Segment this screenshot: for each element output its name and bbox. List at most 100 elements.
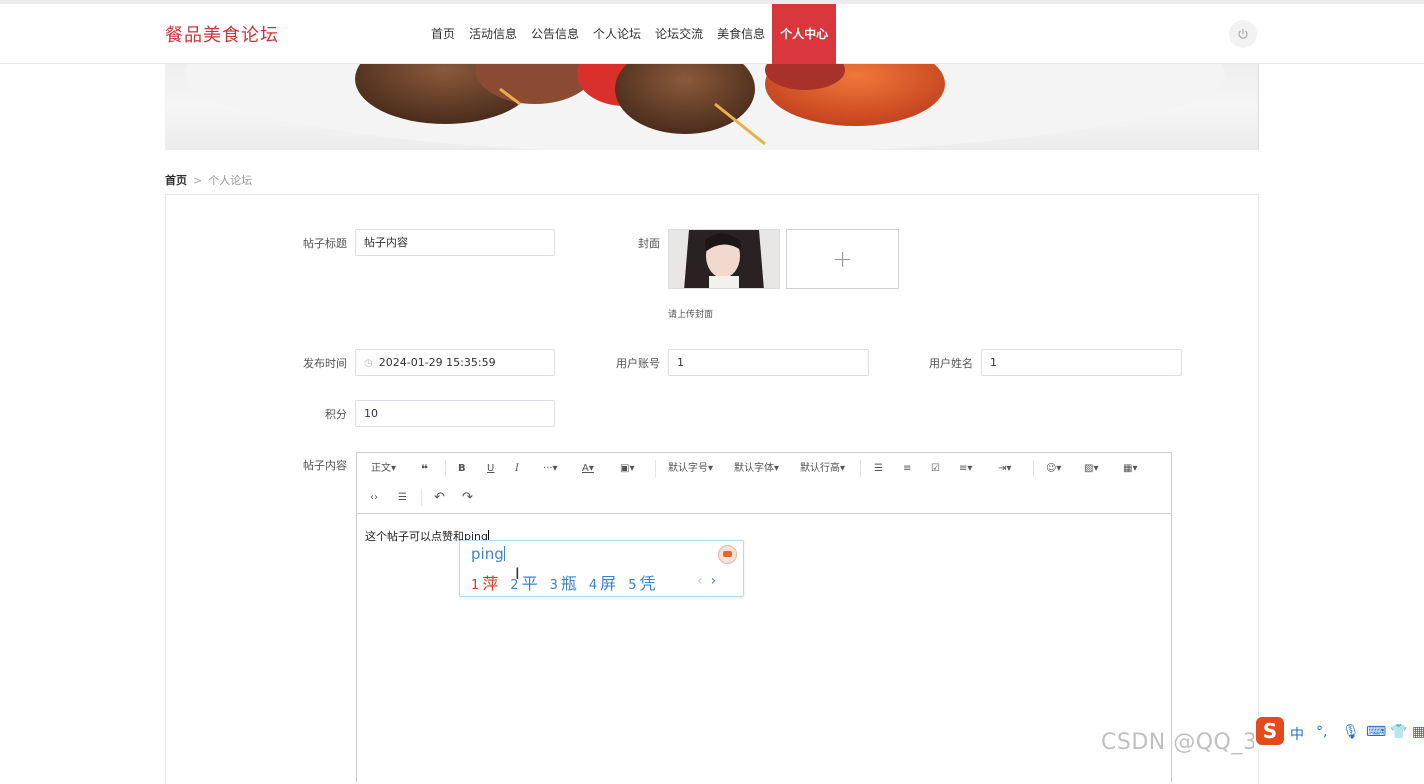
sogou-logo-icon <box>718 545 737 564</box>
divider-line-icon[interactable]: ☰ <box>398 489 407 507</box>
candidate-char: 瓶 <box>560 574 577 593</box>
ime-status-bar: S 中 °, 🎙 ⌨ 👕 ▦ <box>1254 716 1424 750</box>
chevron-down-icon: ▾ <box>391 463 397 474</box>
ime-candidate-window: ping 1萍 2平 3瓶 4屏 5凭 ‹ › <box>459 540 744 597</box>
font-color-icon[interactable]: A▾ <box>582 460 594 478</box>
bullet-list-icon[interactable]: ☰ <box>874 460 883 478</box>
font-family-dropdown-label: 默认字体 <box>734 463 774 474</box>
chevron-down-icon: ▾ <box>774 463 780 474</box>
microphone-icon[interactable]: 🎙 <box>1342 724 1360 740</box>
punctuation-icon[interactable]: °, <box>1316 724 1327 740</box>
ime-candidate[interactable]: 5凭 <box>628 570 655 594</box>
sogou-s-icon[interactable]: S <box>1256 717 1284 745</box>
candidate-number: 3 <box>549 578 558 593</box>
keyboard-icon[interactable]: ⌨ <box>1366 724 1386 740</box>
font-size-dropdown[interactable]: 默认字号▾ <box>668 460 713 478</box>
line-height-dropdown-label: 默认行高 <box>800 463 840 474</box>
main-nav: 首页 活动信息 公告信息 个人论坛 论坛交流 美食信息 个人中心 <box>424 4 837 64</box>
username-input[interactable]: 1 <box>981 349 1182 376</box>
ime-page-nav: ‹ › <box>697 573 716 589</box>
candidate-char: 平 <box>521 574 538 593</box>
numbered-list-icon[interactable]: ≡ <box>903 460 911 478</box>
banner-image <box>165 64 1259 150</box>
paragraph-dropdown-label: 正文 <box>371 463 391 474</box>
align-icon[interactable]: ≡▾ <box>959 460 972 478</box>
editor-toolbar: 正文▾ ❝ B U I ···▾ A▾ ▣▾ 默认字号▾ 默认字体▾ 默认行高▾… <box>357 453 1171 514</box>
underline-icon[interactable]: U <box>487 460 494 478</box>
cover-thumbnail[interactable] <box>668 229 780 289</box>
bold-icon[interactable]: B <box>458 460 466 478</box>
image-icon[interactable]: ▨▾ <box>1084 460 1098 478</box>
account-input[interactable]: 1 <box>668 349 869 376</box>
publish-time-input[interactable]: ◷ 2024-01-29 15:35:59 <box>355 349 555 376</box>
nav-forum-exchange[interactable]: 论坛交流 <box>648 4 710 64</box>
paragraph-dropdown[interactable]: 正文▾ <box>371 460 396 478</box>
chevron-down-icon: ▾ <box>840 463 846 474</box>
content-label: 帖子内容 <box>303 459 347 472</box>
indent-icon[interactable]: ⇥▾ <box>998 460 1011 478</box>
code-icon[interactable]: ‹› <box>370 489 378 507</box>
todo-icon[interactable]: ☑ <box>931 460 940 478</box>
title-input[interactable]: 帖子内容 <box>355 229 555 256</box>
power-icon[interactable] <box>1229 20 1257 48</box>
nav-personal-forum[interactable]: 个人论坛 <box>586 4 648 64</box>
ime-pinyin-text: ping <box>471 545 504 563</box>
breadcrumb-separator: > <box>193 174 203 187</box>
ime-pinyin: ping <box>471 545 505 563</box>
nav-notices[interactable]: 公告信息 <box>524 4 586 64</box>
ime-candidates: 1萍 2平 3瓶 4屏 5凭 <box>471 570 655 594</box>
ime-chinese-mode[interactable]: 中 <box>1290 724 1304 744</box>
candidate-char: 萍 <box>482 574 499 593</box>
upload-cover-button[interactable]: + <box>786 229 899 289</box>
plus-icon: + <box>832 245 853 273</box>
rich-text-editor: 正文▾ ❝ B U I ···▾ A▾ ▣▾ 默认字号▾ 默认字体▾ 默认行高▾… <box>356 452 1172 782</box>
table-icon[interactable]: ▦▾ <box>1123 460 1137 478</box>
emoji-icon[interactable]: ☺▾ <box>1046 460 1061 478</box>
prev-page-icon[interactable]: ‹ <box>697 573 703 589</box>
ime-candidate[interactable]: 3瓶 <box>550 570 577 594</box>
more-format-icon[interactable]: ···▾ <box>543 460 558 478</box>
cover-label: 封面 <box>638 237 660 250</box>
candidate-number: 4 <box>588 578 598 593</box>
background-color-icon[interactable]: ▣▾ <box>620 460 634 478</box>
nav-user-center[interactable]: 个人中心 <box>772 4 837 64</box>
line-height-dropdown[interactable]: 默认行高▾ <box>800 460 845 478</box>
publish-time-value: 2024-01-29 15:35:59 <box>378 356 496 369</box>
candidate-number: 5 <box>628 578 637 593</box>
redo-icon[interactable]: ↷ <box>462 489 473 507</box>
breadcrumb-home[interactable]: 首页 <box>165 174 187 187</box>
nav-home[interactable]: 首页 <box>424 4 462 64</box>
points-label: 积分 <box>325 408 347 421</box>
top-header: 餐品美食论坛 首页 活动信息 公告信息 个人论坛 论坛交流 美食信息 个人中心 <box>0 0 1424 64</box>
nav-food-info[interactable]: 美食信息 <box>710 4 772 64</box>
toolbox-icon[interactable]: ▦ <box>1412 724 1424 740</box>
mouse-ibeam-cursor: I <box>515 564 520 583</box>
candidate-char: 凭 <box>639 574 656 593</box>
clock-icon: ◷ <box>364 358 373 369</box>
ime-candidate[interactable]: 1萍 <box>471 570 498 594</box>
font-size-dropdown-label: 默认字号 <box>668 463 708 474</box>
nav-activities[interactable]: 活动信息 <box>462 4 524 64</box>
food-photo <box>185 64 1225 150</box>
candidate-number: 1 <box>471 578 480 593</box>
points-input[interactable]: 10 <box>355 400 555 427</box>
username-label: 用户姓名 <box>929 357 973 370</box>
italic-icon[interactable]: I <box>515 460 519 478</box>
skin-icon[interactable]: 👕 <box>1390 724 1407 740</box>
toolbar-divider <box>655 460 656 477</box>
power-icon-glyph <box>1238 29 1248 39</box>
site-logo[interactable]: 餐品美食论坛 <box>165 21 279 47</box>
upload-hint: 请上传封面 <box>668 310 714 320</box>
undo-icon[interactable]: ↶ <box>434 489 445 507</box>
toolbar-divider <box>445 460 446 477</box>
toolbar-divider <box>1033 460 1034 477</box>
candidate-char: 屏 <box>600 574 617 593</box>
chevron-down-icon: ▾ <box>708 463 714 474</box>
ime-caret <box>503 546 505 561</box>
ime-candidate[interactable]: 4屏 <box>589 570 616 594</box>
breadcrumb: 首页 > 个人论坛 <box>165 172 252 188</box>
next-page-icon[interactable]: › <box>711 573 717 589</box>
font-family-dropdown[interactable]: 默认字体▾ <box>734 460 779 478</box>
portrait-image <box>669 230 779 288</box>
quote-icon[interactable]: ❝ <box>421 460 428 478</box>
